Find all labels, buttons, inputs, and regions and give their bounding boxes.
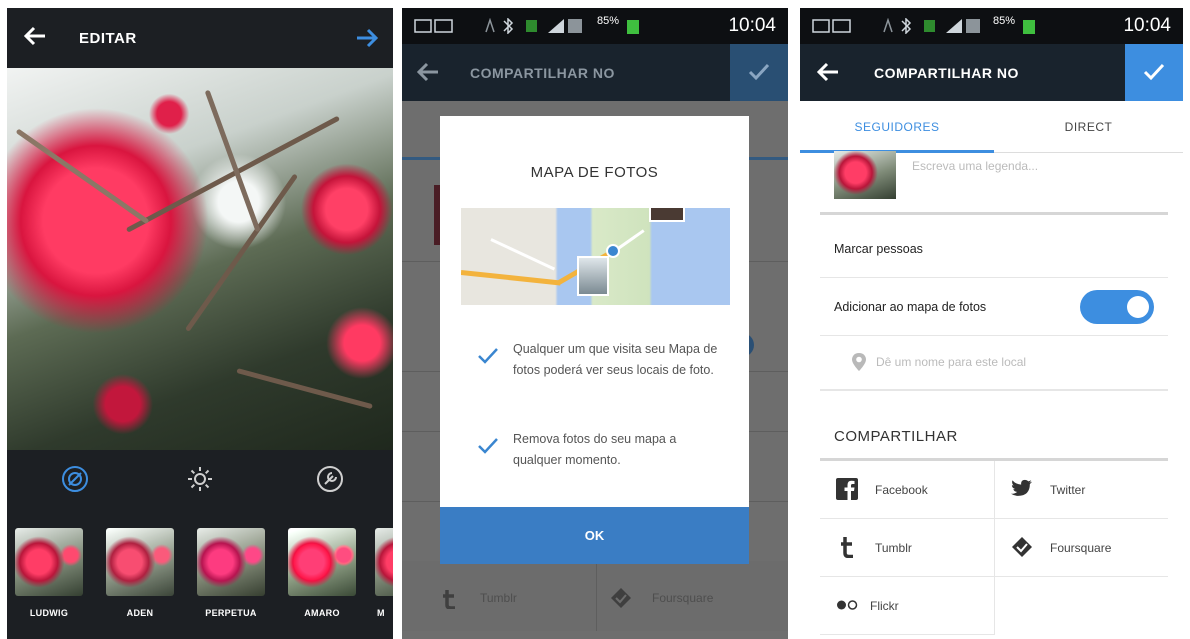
share-label: Twitter (1050, 483, 1086, 497)
foursquare-icon (611, 588, 631, 608)
check-icon (478, 348, 498, 364)
filter-label: AMARO (304, 608, 340, 618)
clock: 10:04 (1123, 15, 1171, 36)
photo-preview (7, 68, 393, 450)
check-icon (478, 438, 498, 454)
foursquare-icon (1012, 537, 1032, 557)
battery-percent: 85% (993, 15, 1016, 27)
edit-top-bar: EDITAR (7, 8, 393, 68)
back-arrow-icon[interactable] (814, 58, 842, 86)
app-bar-title: COMPARTILHAR NO (874, 65, 1019, 81)
map-photo-pin (577, 256, 609, 296)
connectivity-icons (485, 18, 582, 34)
connectivity-icons (883, 18, 980, 34)
filter-partial[interactable]: M (375, 528, 393, 622)
battery-icon (1023, 20, 1035, 34)
notification-icons (812, 19, 851, 33)
filter-label: LUDWIG (29, 608, 69, 618)
check-icon (1143, 63, 1165, 81)
edit-tools-bar (7, 450, 393, 510)
tab-seguidores[interactable]: SEGUIDORES (800, 101, 994, 153)
status-bar: 85% 10:04 (800, 8, 1183, 44)
photo-map-dialog-screen: 85% 10:04 COMPARTILHAR NO Tumblr Foursqu… (402, 8, 788, 639)
post-thumbnail (834, 151, 896, 199)
battery-percent: 85% (597, 15, 620, 27)
battery-icon (627, 20, 639, 34)
twitter-icon (1011, 479, 1033, 496)
app-bar: COMPARTILHAR NO (800, 44, 1183, 101)
notification-icons (414, 19, 453, 33)
share-label: Foursquare (1050, 541, 1112, 555)
location-row[interactable]: Dê um nome para este local (820, 336, 1168, 391)
add-to-map-label: Adicionar ao mapa de fotos (834, 300, 987, 314)
confirm-button[interactable] (1125, 44, 1183, 101)
facebook-icon (836, 478, 858, 500)
dialog-point: Remova fotos do seu mapa a qualquer mome… (513, 432, 677, 467)
lux-icon[interactable] (60, 464, 90, 494)
share-flickr[interactable]: Flickr (820, 577, 994, 635)
app-bar-title: COMPARTILHAR NO (470, 65, 615, 81)
next-arrow-icon[interactable] (353, 24, 381, 52)
filter-perpetua[interactable]: PERPETUA (197, 528, 265, 622)
filter-thumbnail (15, 528, 83, 596)
tumblr-icon (443, 590, 455, 609)
map-photo-pin (649, 208, 685, 222)
status-bar: 85% 10:04 (402, 8, 788, 44)
filter-label: PERPETUA (205, 608, 257, 618)
caption-input[interactable]: Escreva uma legenda... (912, 159, 1038, 173)
check-icon (748, 63, 770, 81)
share-label: Flickr (870, 599, 899, 613)
dialog-point: Qualquer um que visita seu Mapa de fotos… (513, 342, 718, 377)
add-to-map-row: Adicionar ao mapa de fotos (820, 278, 1168, 336)
toggle-knob (1127, 296, 1149, 318)
tag-people-row[interactable]: Marcar pessoas (820, 218, 1168, 278)
page-title: EDITAR (79, 30, 137, 47)
ok-button[interactable]: OK (440, 507, 749, 564)
map-preview (461, 208, 730, 305)
tab-direct[interactable]: DIRECT (994, 101, 1183, 153)
map-count-badge (606, 244, 620, 258)
filter-thumbnail (197, 528, 265, 596)
dialog-title: MAPA DE FOTOS (530, 164, 659, 181)
add-to-map-toggle[interactable] (1080, 290, 1154, 324)
app-bar: COMPARTILHAR NO (402, 44, 788, 101)
filter-thumbnail (375, 528, 393, 596)
back-arrow-icon[interactable] (414, 58, 442, 86)
flickr-icon (837, 600, 858, 610)
share-label: Facebook (875, 483, 928, 497)
share-targets: Facebook Twitter Tumblr Foursquare Flick… (820, 458, 1168, 639)
share-section-title: COMPARTILHAR (834, 428, 958, 445)
clock: 10:04 (728, 15, 776, 36)
brightness-icon[interactable] (185, 464, 215, 494)
edit-screen: EDITAR LUDWIG ADEN PERPETUA AMARO M (7, 8, 393, 639)
filter-strip: LUDWIG ADEN PERPETUA AMARO M (7, 510, 393, 639)
confirm-button[interactable] (730, 44, 788, 101)
tumblr-icon (841, 537, 853, 558)
tag-people-label: Marcar pessoas (834, 242, 923, 256)
filter-ludwig[interactable]: LUDWIG (15, 528, 83, 622)
share-foursquare[interactable]: Foursquare (995, 519, 1168, 577)
background-share-row: Tumblr Foursquare (402, 561, 788, 631)
filter-amaro[interactable]: AMARO (288, 528, 356, 622)
back-arrow-icon[interactable] (21, 22, 49, 50)
filter-thumbnail (288, 528, 356, 596)
location-input[interactable]: Dê um nome para este local (876, 355, 1026, 369)
share-tumblr[interactable]: Tumblr (820, 519, 994, 577)
share-label: Tumblr (875, 541, 912, 555)
share-facebook[interactable]: Facebook (820, 461, 994, 519)
filter-label: ADEN (126, 608, 154, 618)
location-pin-icon (852, 353, 866, 371)
photo-map-dialog: MAPA DE FOTOS Qualquer um que visita seu… (440, 116, 749, 564)
audience-tabs: SEGUIDORES DIRECT (800, 101, 1183, 153)
caption-row: Escreva uma legenda... (820, 151, 1168, 215)
share-twitter[interactable]: Twitter (995, 461, 1168, 519)
filter-thumbnail (106, 528, 174, 596)
share-screen: 85% 10:04 COMPARTILHAR NO SEGUIDORES DIR… (800, 8, 1183, 639)
filter-aden[interactable]: ADEN (106, 528, 174, 622)
tools-icon[interactable] (315, 464, 345, 494)
filter-label: M (377, 608, 385, 618)
background-label-foursquare: Foursquare (652, 591, 714, 605)
background-label-tumblr: Tumblr (480, 591, 517, 605)
